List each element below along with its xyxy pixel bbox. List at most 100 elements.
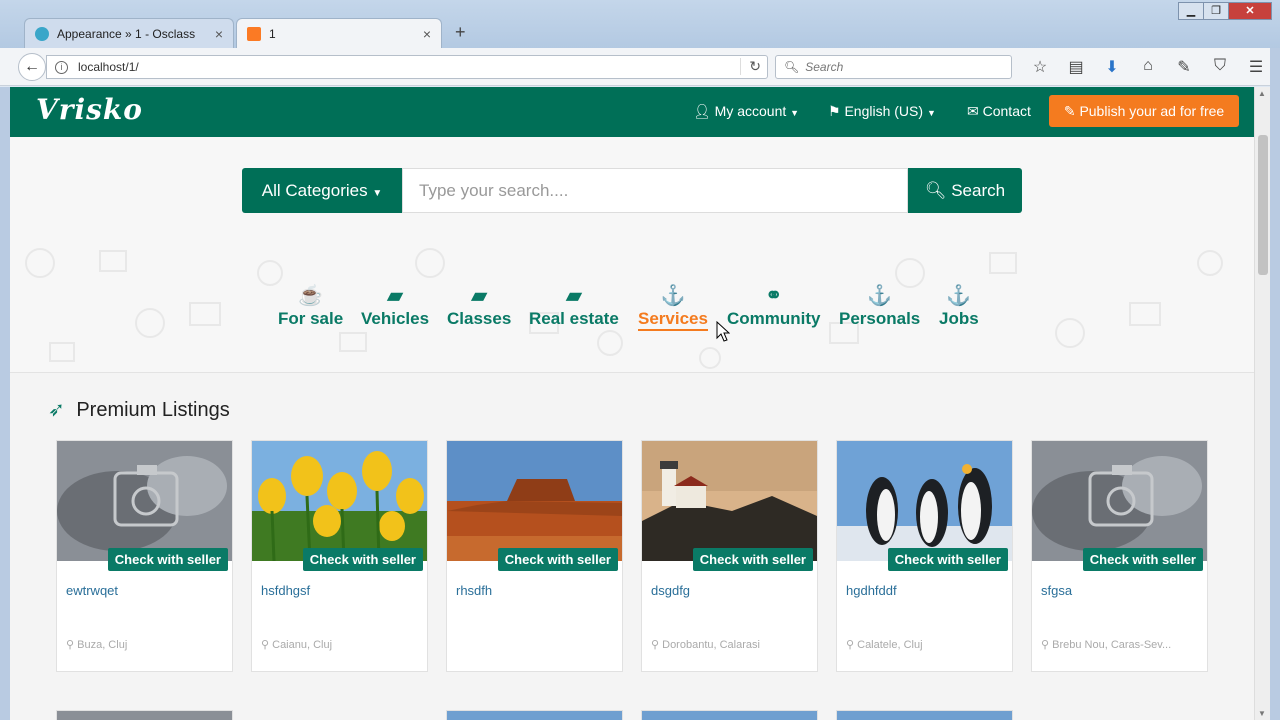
listing-image[interactable]: [1032, 441, 1207, 561]
category-jobs[interactable]: ⚓ Jobs: [939, 283, 979, 329]
menu-icon[interactable]: ☰: [1238, 57, 1274, 77]
search-icon: 🔍︎: [784, 60, 800, 74]
site-logo[interactable]: Vrisko: [36, 93, 143, 126]
caret-down-icon: ▼: [926, 108, 936, 118]
all-categories-dropdown[interactable]: All Categories ▼: [242, 168, 402, 213]
search-button[interactable]: 🔍︎ Search: [908, 168, 1022, 213]
listing-title[interactable]: sfgsa: [1041, 583, 1072, 598]
listing-title[interactable]: rhsdfh: [456, 583, 492, 598]
tab-current[interactable]: 1 ×: [236, 18, 442, 48]
listing-image[interactable]: [642, 441, 817, 561]
listing-card-partial[interactable]: [836, 710, 1013, 720]
listing-card[interactable]: Check with seller hsfdhgsf ⚲ Caianu, Clu…: [251, 440, 428, 672]
category-community[interactable]: ⚭ Community: [727, 283, 821, 329]
tab-title: Appearance » 1 - Osclass: [57, 26, 196, 41]
minimize-button[interactable]: ▁: [1178, 2, 1204, 20]
pocket-icon[interactable]: ⛉: [1202, 57, 1238, 77]
scrollbar-thumb[interactable]: [1258, 135, 1268, 275]
publish-ad-button[interactable]: ✎ Publish your ad for free: [1049, 95, 1239, 127]
reader-icon[interactable]: ▤: [1058, 57, 1094, 77]
caret-down-icon: ▼: [790, 108, 800, 118]
category-label: Services: [638, 309, 708, 331]
language-label: English (US): [844, 103, 924, 119]
tab-appearance[interactable]: Appearance » 1 - Osclass ×: [24, 18, 234, 48]
language-menu[interactable]: ⚑ English (US) ▼: [828, 103, 936, 120]
close-tab-icon[interactable]: ×: [423, 26, 431, 42]
close-window-button[interactable]: ✕: [1228, 2, 1272, 20]
scroll-down-icon[interactable]: ▼: [1258, 709, 1266, 718]
listing-image[interactable]: [252, 441, 427, 561]
listing-location: ⚲ Caianu, Cluj: [261, 638, 421, 651]
site-header: Vrisko 👤︎ My account ▼ ⚑ English (US) ▼ …: [10, 87, 1254, 137]
map-marker-icon: ⚲: [1041, 639, 1053, 651]
search-hero: All Categories ▼ Type your search.... 🔍︎…: [10, 137, 1254, 373]
scroll-up-icon[interactable]: ▲: [1258, 89, 1266, 98]
check-with-seller-badge: Check with seller: [692, 548, 813, 571]
camera-placeholder-icon: [1032, 441, 1207, 561]
page-scrollbar[interactable]: ▲ ▼: [1254, 87, 1270, 720]
category-label: For sale: [278, 309, 344, 328]
map-marker-icon: ⚲: [846, 639, 858, 651]
listing-card[interactable]: Check with seller rhsdfh: [446, 440, 623, 672]
camera-placeholder-icon: [57, 441, 232, 561]
coffee-icon: ☕: [298, 285, 324, 307]
category-label: Real estate: [529, 309, 619, 328]
listing-card[interactable]: Check with seller sfgsa ⚲ Brebu Nou, Car…: [1031, 440, 1208, 672]
back-button[interactable]: ←: [18, 53, 46, 81]
anchor-icon: ⚓: [660, 285, 686, 307]
handshake-icon: ⚭: [765, 285, 783, 307]
category-personals[interactable]: ⚓ Personals: [839, 283, 920, 329]
listing-card-partial[interactable]: [641, 710, 818, 720]
check-with-seller-badge: Check with seller: [302, 548, 423, 571]
check-with-seller-badge: Check with seller: [887, 548, 1008, 571]
location-text: Dorobantu, Calarasi: [662, 639, 760, 651]
xampp-favicon-icon: [247, 26, 261, 41]
flag-icon: ⚑: [828, 103, 841, 119]
listing-card-partial[interactable]: [446, 710, 623, 720]
publish-label: Publish your ad for free: [1079, 103, 1225, 119]
listing-title[interactable]: dsgdfg: [651, 583, 690, 598]
reload-button[interactable]: ↻: [740, 58, 761, 75]
category-services[interactable]: ⚓ Services: [638, 283, 708, 331]
maximize-button[interactable]: ❐: [1203, 2, 1229, 20]
browser-search-input[interactable]: 🔍︎ Search: [775, 55, 1012, 79]
search-button-label: Search: [951, 181, 1006, 200]
close-tab-icon[interactable]: ×: [215, 26, 223, 42]
listing-title[interactable]: ewtrwqet: [66, 583, 118, 598]
rocket-icon: ➶: [48, 399, 65, 421]
my-account-label: My account: [714, 103, 787, 119]
premium-listings-heading: ➶ Premium Listings: [48, 397, 230, 422]
check-with-seller-badge: Check with seller: [497, 548, 618, 571]
browser-titlebar: Appearance » 1 - Osclass × 1 × + ▁ ❐ ✕: [0, 0, 1280, 48]
listing-card[interactable]: Check with seller hgdhfddf ⚲ Calatele, C…: [836, 440, 1013, 672]
search-input[interactable]: Type your search....: [402, 168, 908, 213]
category-vehicles[interactable]: ▰ Vehicles: [361, 283, 429, 329]
wrench-icon[interactable]: ✎: [1166, 57, 1202, 77]
info-icon[interactable]: i: [55, 60, 68, 74]
category-classes[interactable]: ▰ Classes: [447, 283, 511, 329]
listing-location: ⚲ Dorobantu, Calarasi: [651, 638, 811, 651]
listing-image[interactable]: [447, 441, 622, 561]
browser-navbar: ← i localhost/1/ ↻ 🔍︎ Search ☆ ▤ ⬇ ⌂ ✎ ⛉…: [0, 48, 1280, 86]
download-icon[interactable]: ⬇: [1094, 57, 1130, 77]
listing-title[interactable]: hgdhfddf: [846, 583, 897, 598]
home-icon[interactable]: ⌂: [1130, 57, 1166, 77]
contact-link[interactable]: ✉ Contact: [967, 103, 1031, 120]
category-for-sale[interactable]: ☕ For sale: [278, 283, 343, 329]
listing-card[interactable]: Check with seller dsgdfg ⚲ Dorobantu, Ca…: [641, 440, 818, 672]
new-tab-button[interactable]: +: [455, 22, 466, 43]
listing-image[interactable]: [57, 441, 232, 561]
star-icon[interactable]: ☆: [1022, 57, 1058, 77]
my-account-menu[interactable]: 👤︎ My account ▼: [693, 103, 799, 120]
lighthouse-image: [642, 441, 817, 561]
listing-card-partial[interactable]: [56, 710, 233, 720]
listing-image[interactable]: [837, 441, 1012, 561]
url-bar[interactable]: i localhost/1/ ↻: [46, 55, 768, 79]
listing-title[interactable]: hsfdhgsf: [261, 583, 310, 598]
listing-card[interactable]: Check with seller ewtrwqet ⚲ Buza, Cluj: [56, 440, 233, 672]
map-marker-icon: ⚲: [66, 639, 78, 651]
category-real-estate[interactable]: ▰ Real estate: [529, 283, 619, 329]
caret-down-icon: ▼: [372, 188, 383, 199]
location-text: Calatele, Cluj: [857, 639, 923, 651]
user-icon: 👤︎: [693, 103, 711, 119]
